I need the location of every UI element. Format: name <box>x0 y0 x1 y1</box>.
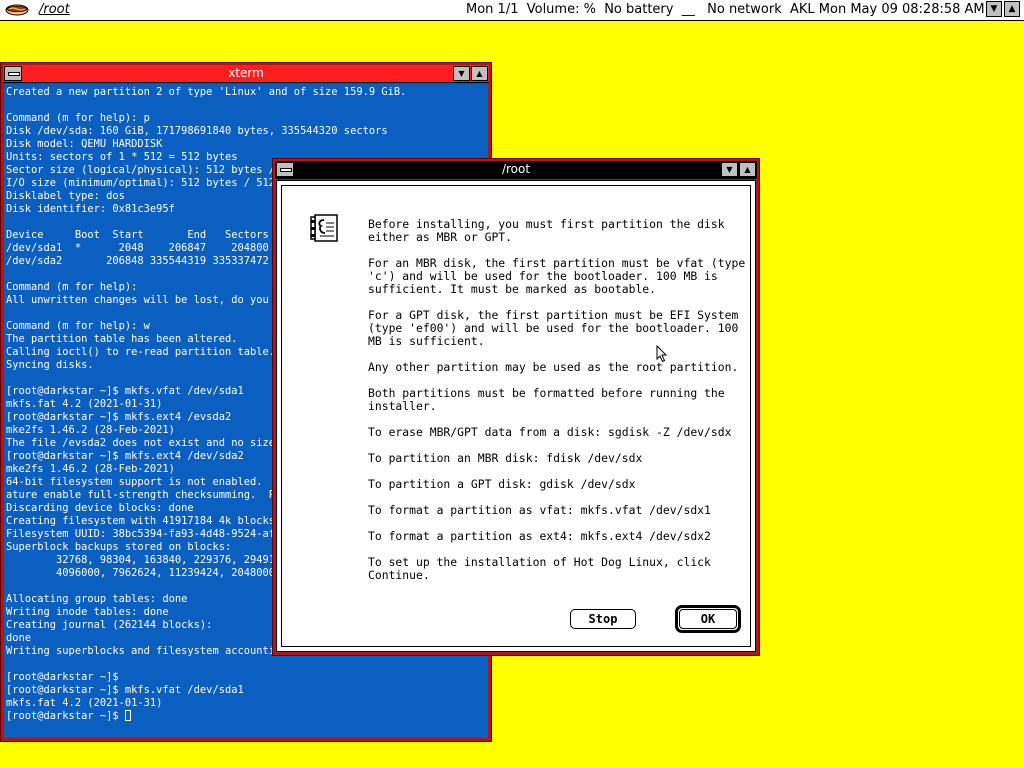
xterm-title: xterm <box>228 66 264 80</box>
dialog-paragraph: Any other partition may be used as the r… <box>368 360 739 374</box>
terminal-line: Syncing disks. <box>6 359 94 371</box>
dialog-minimize-button[interactable]: ▼ <box>721 162 738 177</box>
dialog-paragraph: To partition an MBR disk: fdisk /dev/sdx <box>368 451 643 465</box>
terminal-line: Disklabel type: dos <box>6 190 125 202</box>
terminal-line: [root@darkstar ~]$ mkfs.vfat /dev/sda1 <box>6 684 244 696</box>
install-dialog: /root ▼ ▲ Before installing, you must fi… <box>272 158 760 656</box>
menu-scroll-down-button[interactable]: ▼ <box>986 1 1002 17</box>
terminal-line: [root@darkstar ~]$ mkfs.vfat /dev/sda1 <box>6 385 244 397</box>
terminal-line: done <box>6 632 32 644</box>
dialog-titlebar[interactable]: /root ▼ ▲ <box>275 161 757 179</box>
dialog-paragraph: Both partitions must be formatted before… <box>368 386 725 413</box>
terminal-line: [root@darkstar ~]$ <box>6 671 119 683</box>
terminal-line: Units: sectors of 1 * 512 = 512 bytes <box>6 151 238 163</box>
menu-scroll-up-button[interactable]: ▲ <box>1004 1 1020 17</box>
terminal-line: [root@darkstar ~]$ mkfs.ext4 /dev/sda2 <box>6 450 244 462</box>
terminal-line: mkfs.fat 4.2 (2021-01-31) <box>6 398 163 410</box>
dialog-paragraph: To format a partition as vfat: mkfs.vfat… <box>368 503 711 517</box>
terminal-cursor <box>124 710 131 721</box>
terminal-line: Creating journal (262144 blocks): <box>6 619 213 631</box>
terminal-line: Command (m for help): p <box>6 112 150 124</box>
note-icon <box>310 214 338 242</box>
dialog-paragraph: For a GPT disk, the first partition must… <box>368 308 739 348</box>
dialog-paragraph: To set up the installation of Hot Dog Li… <box>368 555 711 582</box>
dialog-paragraph: To partition a GPT disk: gdisk /dev/sdx <box>368 477 636 491</box>
dialog-content: Before installing, you must first partit… <box>281 185 751 647</box>
xterm-titlebar[interactable]: xterm ▼ ▲ <box>3 65 489 83</box>
dialog-paragraph: To erase MBR/GPT data from a disk: sgdis… <box>368 425 732 439</box>
terminal-line: mke2fs 1.46.2 (28-Feb-2021) <box>6 463 175 475</box>
terminal-prompt: [root@darkstar ~]$ <box>6 710 125 722</box>
menu-path-label[interactable]: /root <box>39 2 70 17</box>
terminal-line: Filesystem UUID: 38bc5394-fa93-4d48-9524… <box>6 528 288 540</box>
terminal-line: Created a new partition 2 of type 'Linux… <box>6 86 407 98</box>
menu-bar: /root Mon 1/1 Volume: % No battery __ No… <box>0 0 1024 21</box>
ok-button-label: OK <box>679 609 737 629</box>
ok-button[interactable]: OK <box>675 605 741 633</box>
dialog-message: Before installing, you must first partit… <box>368 218 748 595</box>
dialog-paragraph: Before installing, you must first partit… <box>368 217 725 244</box>
dialog-title: /root <box>501 162 531 176</box>
terminal-line: Disk model: QEMU HARDDISK <box>6 138 163 150</box>
status-text: Mon 1/1 Volume: % No battery __ No netwo… <box>466 2 985 17</box>
terminal-line: Allocating group tables: done <box>6 593 188 605</box>
terminal-line: Disk identifier: 0x81c3e95f <box>6 203 175 215</box>
terminal-line: The partition table has been altered. <box>6 333 238 345</box>
dialog-paragraph: For an MBR disk, the first partition mus… <box>368 256 746 296</box>
dialog-maximize-button[interactable]: ▲ <box>739 162 756 177</box>
dialog-panel: Before installing, you must first partit… <box>276 180 756 652</box>
terminal-line: mke2fs 1.46.2 (28-Feb-2021) <box>6 424 175 436</box>
mouse-pointer-icon <box>656 345 668 363</box>
dialog-paragraph: To format a partition as ext4: mkfs.ext4… <box>368 529 711 543</box>
terminal-line: Discarding device blocks: done <box>6 502 194 514</box>
terminal-line: Calling ioctl() to re-read partition tab… <box>6 346 275 358</box>
xterm-minimize-button[interactable]: ▼ <box>453 66 470 81</box>
terminal-line: Command (m for help): w <box>6 320 150 332</box>
terminal-line: mkfs.fat 4.2 (2021-01-31) <box>6 697 163 709</box>
terminal-line: Writing inode tables: done <box>6 606 169 618</box>
terminal-line: [root@darkstar ~]$ mkfs.ext4 /evsda2 <box>6 411 232 423</box>
terminal-line: Command (m for help): <box>6 281 138 293</box>
terminal-line: Disk /dev/sda: 160 GiB, 171798691840 byt… <box>6 125 388 137</box>
xterm-maximize-button[interactable]: ▲ <box>471 66 488 81</box>
terminal-line: I/O size (minimum/optimal): 512 bytes / … <box>6 177 313 189</box>
stop-button[interactable]: Stop <box>570 609 636 629</box>
terminal-line: Superblock backups stored on blocks: <box>6 541 232 553</box>
hotdog-logo-icon[interactable] <box>4 1 30 18</box>
